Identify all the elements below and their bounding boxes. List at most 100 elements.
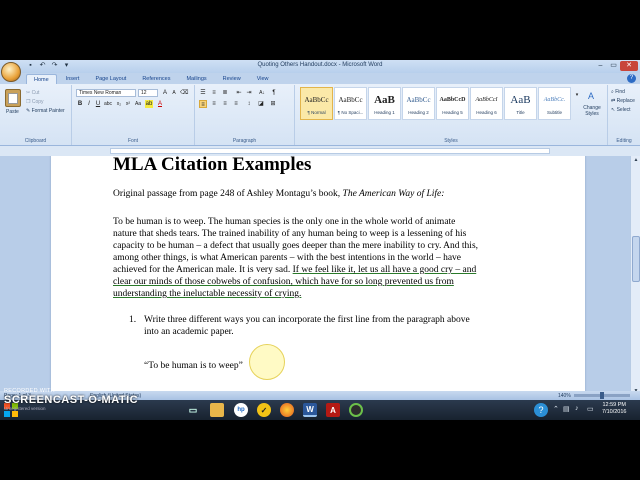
quote-line: “To be human is to weep”: [144, 361, 243, 371]
zoom-level[interactable]: 140%: [558, 393, 571, 399]
align-center-icon[interactable]: ≡: [210, 100, 218, 108]
tab-mailings[interactable]: Mailings: [179, 74, 213, 84]
tab-references[interactable]: References: [135, 74, 177, 84]
format-painter-button[interactable]: ✎ Format Painter: [26, 108, 65, 114]
norton-icon[interactable]: ✓: [257, 403, 271, 417]
change-styles-button[interactable]: Change Styles: [579, 105, 605, 117]
screencast-taskbar-icon[interactable]: [349, 403, 363, 417]
decrease-indent-icon[interactable]: ⇤: [235, 89, 243, 97]
justify-icon[interactable]: ≡: [232, 100, 240, 108]
paste-button[interactable]: Paste: [6, 109, 19, 115]
multilevel-list-icon[interactable]: ≣: [221, 89, 229, 97]
tab-review[interactable]: Review: [216, 74, 248, 84]
style-heading-2[interactable]: AaBbCc Heading 2: [402, 87, 435, 120]
tray-help-icon[interactable]: ?: [534, 403, 548, 417]
passage-line-1: To be human is to weep. The human specie…: [113, 217, 456, 227]
bullets-icon[interactable]: ☰: [199, 89, 207, 97]
tab-home[interactable]: Home: [26, 74, 57, 84]
superscript-icon[interactable]: x²: [124, 100, 132, 108]
change-styles-icon[interactable]: A: [583, 89, 599, 103]
tab-view[interactable]: View: [250, 74, 276, 84]
select-button[interactable]: ↖ Select: [611, 107, 631, 113]
tab-insert[interactable]: Insert: [59, 74, 87, 84]
volume-icon[interactable]: ♪: [575, 405, 579, 412]
style-heading-1[interactable]: AaB Heading 1: [368, 87, 401, 120]
style-no-spacing[interactable]: AaBbCc ¶ No Spaci...: [334, 87, 367, 120]
style-name: Title: [516, 110, 525, 115]
styles-more-icon[interactable]: ▾: [573, 91, 581, 99]
bold-button[interactable]: B: [76, 100, 84, 108]
replace-button[interactable]: ⇄ Replace: [611, 98, 635, 104]
clear-format-icon[interactable]: ⌫: [180, 89, 188, 97]
tab-page-layout[interactable]: Page Layout: [88, 74, 133, 84]
font-color-icon[interactable]: A: [156, 100, 164, 108]
cut-button[interactable]: ✂ Cut: [26, 90, 39, 96]
zoom-thumb[interactable]: [600, 392, 604, 399]
borders-icon[interactable]: ⊞: [269, 100, 277, 108]
minimize-button[interactable]: –: [594, 61, 607, 71]
passage-line-7: understanding the ineluctable necessity …: [113, 289, 302, 299]
help-icon[interactable]: ?: [627, 74, 636, 83]
italic-button[interactable]: I: [85, 100, 93, 108]
copy-button[interactable]: ❐ Copy: [26, 99, 44, 105]
styles-label: Styles: [444, 138, 458, 144]
zoom-slider[interactable]: [574, 392, 630, 399]
style-normal[interactable]: AaBbCc ¶ Normal: [300, 87, 333, 120]
firefox-icon[interactable]: [280, 403, 294, 417]
align-left-icon[interactable]: ≡: [199, 100, 207, 108]
strikethrough-icon[interactable]: abc: [104, 100, 112, 108]
keyboard-icon[interactable]: ▭: [587, 405, 594, 413]
tray-overflow-icon[interactable]: ⌃: [553, 405, 559, 413]
passage-line-5: achieved for the American male. It is ve…: [113, 265, 477, 275]
maximize-button[interactable]: ▭: [607, 61, 620, 71]
style-name: Heading 6: [476, 110, 497, 115]
document-area: MLA Citation Examples Original passage f…: [0, 156, 630, 396]
sort-icon[interactable]: A↓: [258, 89, 266, 97]
line-spacing-icon[interactable]: ↕: [245, 100, 253, 108]
acrobat-icon[interactable]: A: [326, 403, 340, 417]
styles-group: AaBbCc ¶ Normal AaBbCc ¶ No Spaci... AaB…: [295, 85, 608, 145]
title-bar: ▪ ↶ ↷ ▾ Quoting Others Handout.docx - Mi…: [0, 60, 640, 73]
horizontal-ruler[interactable]: [110, 148, 550, 154]
numbering-icon[interactable]: ≡: [210, 89, 218, 97]
change-case-icon[interactable]: Aa: [134, 100, 142, 108]
font-name-combo[interactable]: Times New Roman: [76, 89, 136, 97]
show-formatting-icon[interactable]: ¶: [270, 89, 278, 97]
file-explorer-icon[interactable]: [210, 403, 224, 417]
vertical-scrollbar[interactable]: ▲ ▼: [630, 156, 640, 396]
shrink-font-icon[interactable]: A: [170, 89, 178, 97]
font-size-combo[interactable]: 12: [138, 89, 158, 97]
find-button[interactable]: ⌕ Find: [611, 89, 625, 95]
word-taskbar-icon[interactable]: W: [303, 403, 317, 417]
clock-date: 7/10/2016: [602, 409, 627, 415]
grow-font-icon[interactable]: A: [161, 89, 169, 97]
close-button[interactable]: ✕: [620, 61, 638, 71]
list-number: 1.: [129, 315, 137, 325]
style-sample: AaBbCc: [304, 96, 329, 104]
passage-line-2: nature that sheds tears. The trained ina…: [113, 229, 467, 239]
document-page[interactable]: MLA Citation Examples Original passage f…: [51, 156, 585, 396]
clipboard-label: Clipboard: [24, 138, 47, 144]
scrollbar-thumb[interactable]: [632, 236, 640, 282]
align-right-icon[interactable]: ≡: [221, 100, 229, 108]
paste-icon[interactable]: [5, 89, 21, 107]
hp-icon[interactable]: hp: [234, 403, 248, 417]
network-icon[interactable]: ▤: [563, 405, 570, 413]
task-view-icon[interactable]: ▭: [186, 403, 200, 417]
style-heading-6[interactable]: AaBbCcI Heading 6: [470, 87, 503, 120]
style-title[interactable]: AaB Title: [504, 87, 537, 120]
style-sample: AaBbCcD: [439, 97, 466, 103]
style-heading-5[interactable]: AaBbCcD Heading 5: [436, 87, 469, 120]
underline-button[interactable]: U: [94, 100, 102, 108]
increase-indent-icon[interactable]: ⇥: [245, 89, 253, 97]
system-clock[interactable]: 12:59 PM 7/10/2016: [602, 402, 626, 416]
style-subtitle[interactable]: AaBbCc. Subtitle: [538, 87, 571, 120]
highlight-icon[interactable]: ab: [145, 100, 153, 108]
window-controls: – ▭ ✕: [594, 61, 638, 71]
style-name: Heading 5: [442, 110, 463, 115]
scroll-up-icon[interactable]: ▲: [631, 156, 640, 165]
office-button[interactable]: [1, 62, 21, 82]
subscript-icon[interactable]: x₂: [115, 100, 123, 108]
shading-icon[interactable]: ◪: [257, 100, 265, 108]
style-name: ¶ Normal: [307, 110, 326, 115]
